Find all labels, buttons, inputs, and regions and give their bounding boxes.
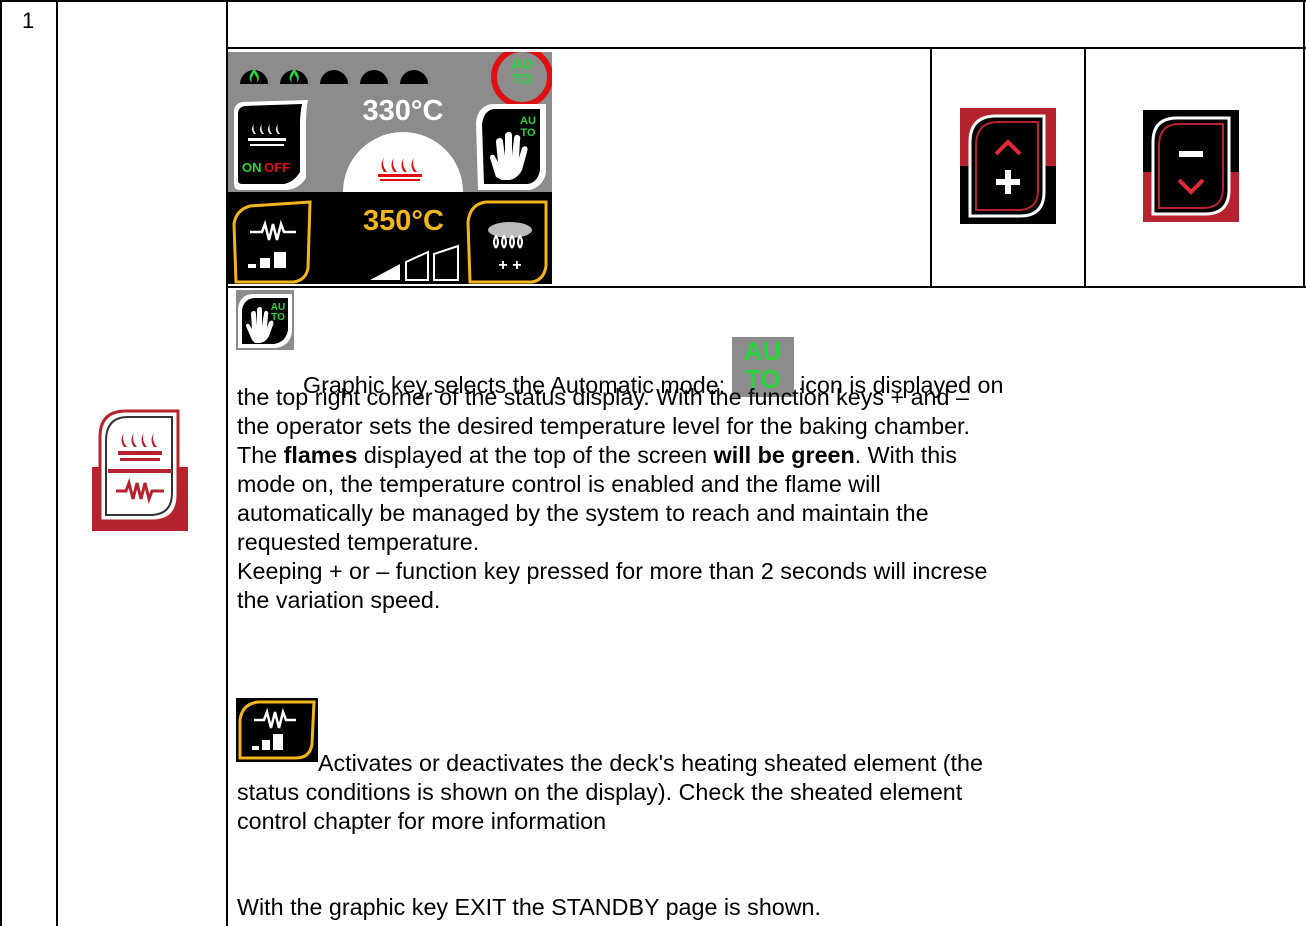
flame-indicator-4-off bbox=[360, 70, 388, 84]
paragraph1-line9: the variation speed. bbox=[237, 587, 441, 613]
table-border-right bbox=[1303, 0, 1305, 286]
paragraph1-line8: Keeping + or – function key pressed for … bbox=[237, 558, 988, 584]
power-level-indicator bbox=[370, 244, 459, 281]
table-border-top bbox=[0, 0, 1306, 2]
svg-text:+ +: + + bbox=[498, 257, 521, 274]
svg-text:OFF: OFF bbox=[264, 160, 290, 175]
flame-indicator-2-on bbox=[280, 69, 308, 84]
svg-text:ON: ON bbox=[242, 160, 262, 175]
paragraph1-line4: The flames displayed at the top of the s… bbox=[237, 441, 957, 470]
table-column-divider-1 bbox=[56, 0, 58, 926]
status-display-graphics: AU TO ON OFF AU TO + + bbox=[232, 52, 552, 284]
paragraph2-line3: control chapter for more information bbox=[237, 808, 607, 834]
paragraph1-line5: mode on, the temperature control is enab… bbox=[237, 471, 881, 497]
real-temperature: 350°C bbox=[363, 205, 444, 237]
paragraph1-line4-part-b: displayed at the top of the screen bbox=[357, 442, 714, 468]
svg-text:TO: TO bbox=[520, 127, 536, 139]
flame-indicator-3-off bbox=[320, 70, 348, 84]
auto-manual-hand-key-icon: AU TO bbox=[476, 104, 546, 190]
table-cell-divider-b bbox=[1084, 47, 1086, 288]
paragraph1-line4-bold1: flames bbox=[283, 442, 358, 468]
plus-key-icon[interactable] bbox=[960, 108, 1056, 224]
table-row-divider-mid bbox=[226, 286, 1306, 288]
svg-text:TO: TO bbox=[271, 312, 285, 323]
paragraph2-line1: Activates or deactivates the deck's heat… bbox=[318, 750, 983, 776]
paragraph1-line4-part-c: . With this bbox=[854, 442, 957, 468]
flame-indicator-5-off bbox=[400, 70, 428, 84]
paragraph1-line4-bold2: will be green bbox=[713, 442, 855, 468]
steam-key-icon: + + bbox=[466, 200, 548, 284]
table-border-left bbox=[0, 0, 2, 926]
paragraph2-line2: status conditions is shown on the displa… bbox=[237, 779, 963, 805]
paragraph1-line7: requested temperature. bbox=[237, 529, 480, 555]
paragraph1-line6: automatically be managed by the system t… bbox=[237, 500, 929, 526]
paragraph1-line2: the top right corner of the status displ… bbox=[237, 384, 969, 410]
flame-on-off-key-icon: ON OFF bbox=[234, 100, 308, 190]
auto-icon-line1: AU bbox=[743, 336, 782, 366]
heating-element-key-icon bbox=[232, 200, 312, 284]
table-cell-divider-a bbox=[930, 47, 932, 288]
minus-key-icon[interactable] bbox=[1143, 110, 1239, 222]
paragraph1-line4-part-a: The bbox=[237, 442, 284, 468]
paragraph1-line3: the operator sets the desired temperatur… bbox=[237, 413, 970, 439]
table-row-divider-top bbox=[226, 47, 1306, 49]
flame-heater-side-key-icon[interactable] bbox=[92, 403, 188, 531]
svg-text:AU: AU bbox=[520, 115, 536, 127]
auto-badge-line2: TO bbox=[512, 71, 533, 88]
row-number: 1 bbox=[22, 8, 35, 33]
setpoint-temperature: 330°C bbox=[362, 95, 444, 127]
heating-element-key-small-icon bbox=[236, 698, 318, 762]
flame-indicator-1-on bbox=[240, 69, 268, 84]
paragraph3-line1: With the graphic key EXIT the STANDBY pa… bbox=[237, 894, 821, 920]
status-display: AU TO ON OFF AU TO + + 330°C 350°C bbox=[228, 52, 552, 284]
